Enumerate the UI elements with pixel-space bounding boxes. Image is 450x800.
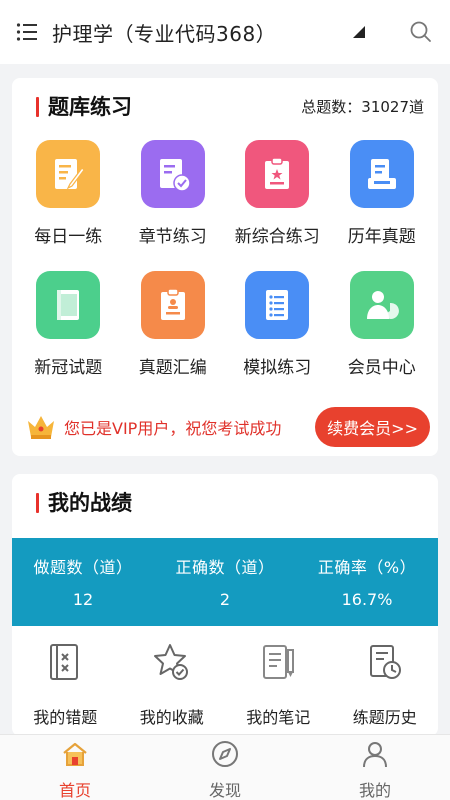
stat-value: 12 (72, 590, 94, 609)
subject-title[interactable]: 护理学（专业代码368） (52, 18, 350, 47)
nav-home[interactable]: 首页 (0, 735, 150, 800)
past-exams-icon (349, 140, 414, 208)
favorites-icon (150, 640, 194, 684)
practice-card: 题库练习 总题数：31027道 每日一练 章节练习 新综合练习 历年真题 新冠试… (12, 78, 438, 456)
search-icon[interactable] (408, 19, 434, 45)
stat-correct-count: 正确数（道） 2 (154, 538, 296, 626)
record-card: 我的战绩 做题数（道） 12 正确数（道） 2 正确率（%） 16.7% 我的错… (12, 474, 438, 736)
bottom-nav: 首页 发现 我的 (0, 734, 450, 800)
tile-mock-practice[interactable]: 模拟练习 (225, 265, 330, 396)
home-icon (60, 739, 90, 769)
tile-label: 会员中心 (347, 358, 416, 378)
nav-mine[interactable]: 我的 (300, 735, 450, 800)
stat-value: 16.7% (341, 590, 393, 609)
tile-label: 真题汇编 (138, 358, 207, 378)
chapter-practice-icon (140, 140, 205, 208)
stat-value: 2 (219, 590, 231, 609)
practice-section-title: 题库练习 (48, 95, 132, 119)
tile-label: 模拟练习 (243, 358, 312, 378)
history-icon (363, 640, 407, 684)
vip-status-text: 您已是VIP用户，祝您考试成功 (64, 419, 282, 438)
user-icon (360, 739, 390, 769)
tool-label: 练题历史 (352, 708, 417, 727)
tile-comprehensive-practice[interactable]: 新综合练习 (225, 134, 330, 265)
tool-label: 我的笔记 (246, 708, 311, 727)
tile-label: 新冠试题 (34, 358, 103, 378)
section-accent-bar (36, 493, 39, 513)
record-header: 我的战绩 (12, 474, 438, 530)
stat-label: 做题数（道） (33, 558, 133, 577)
tile-daily-practice[interactable]: 每日一练 (16, 134, 121, 265)
practice-header: 题库练习 总题数：31027道 (12, 78, 438, 134)
section-accent-bar (36, 97, 39, 117)
nav-label: 首页 (58, 781, 91, 800)
tile-chapter-practice[interactable]: 章节练习 (121, 134, 226, 265)
tool-favorites[interactable]: 我的收藏 (119, 640, 226, 728)
daily-practice-icon (36, 140, 101, 208)
stat-label: 正确率（%） (317, 558, 417, 577)
nav-label: 发现 (208, 781, 241, 800)
exam-compilation-icon (140, 271, 205, 339)
tile-label: 每日一练 (34, 227, 103, 247)
tile-label: 章节练习 (138, 227, 207, 247)
tool-history[interactable]: 练题历史 (332, 640, 439, 728)
tile-covid-questions[interactable]: 新冠试题 (16, 265, 121, 396)
tool-label: 我的错题 (33, 708, 98, 727)
top-bar: 护理学（专业代码368） (0, 0, 450, 64)
tool-label: 我的收藏 (139, 708, 204, 727)
comprehensive-practice-icon (245, 140, 310, 208)
stat-accuracy: 正确率（%） 16.7% (296, 538, 438, 626)
vip-status-row: 您已是VIP用户，祝您考试成功 续费会员>> (12, 398, 438, 456)
renew-membership-button[interactable]: 续费会员>> (315, 407, 430, 447)
stat-questions-done: 做题数（道） 12 (12, 538, 154, 626)
total-questions-count: 总题数：31027道 (301, 97, 424, 116)
tile-member-center[interactable]: 会员中心 (330, 265, 435, 396)
nav-label: 我的 (358, 781, 391, 800)
record-section-title: 我的战绩 (48, 491, 132, 515)
stats-panel: 做题数（道） 12 正确数（道） 2 正确率（%） 16.7% (12, 538, 438, 626)
crown-icon (26, 412, 56, 442)
menu-icon[interactable] (14, 19, 40, 45)
tile-label: 历年真题 (347, 227, 416, 247)
member-center-icon (349, 271, 414, 339)
notes-icon (256, 640, 300, 684)
mock-practice-icon (245, 271, 310, 339)
tile-label: 新综合练习 (234, 227, 320, 247)
covid-questions-icon (36, 271, 101, 339)
practice-grid: 每日一练 章节练习 新综合练习 历年真题 新冠试题 真题汇编 模拟练习 会员中心 (12, 134, 438, 396)
record-tools: 我的错题 我的收藏 我的笔记 练题历史 (12, 640, 438, 728)
tool-notes[interactable]: 我的笔记 (225, 640, 332, 728)
stat-label: 正确数（道） (175, 558, 275, 577)
compass-icon (210, 739, 240, 769)
caret-down-icon[interactable] (350, 23, 368, 41)
wrong-questions-icon (43, 640, 87, 684)
tool-wrong-questions[interactable]: 我的错题 (12, 640, 119, 728)
nav-discover[interactable]: 发现 (150, 735, 300, 800)
tile-exam-compilation[interactable]: 真题汇编 (121, 265, 226, 396)
tile-past-exams[interactable]: 历年真题 (330, 134, 435, 265)
